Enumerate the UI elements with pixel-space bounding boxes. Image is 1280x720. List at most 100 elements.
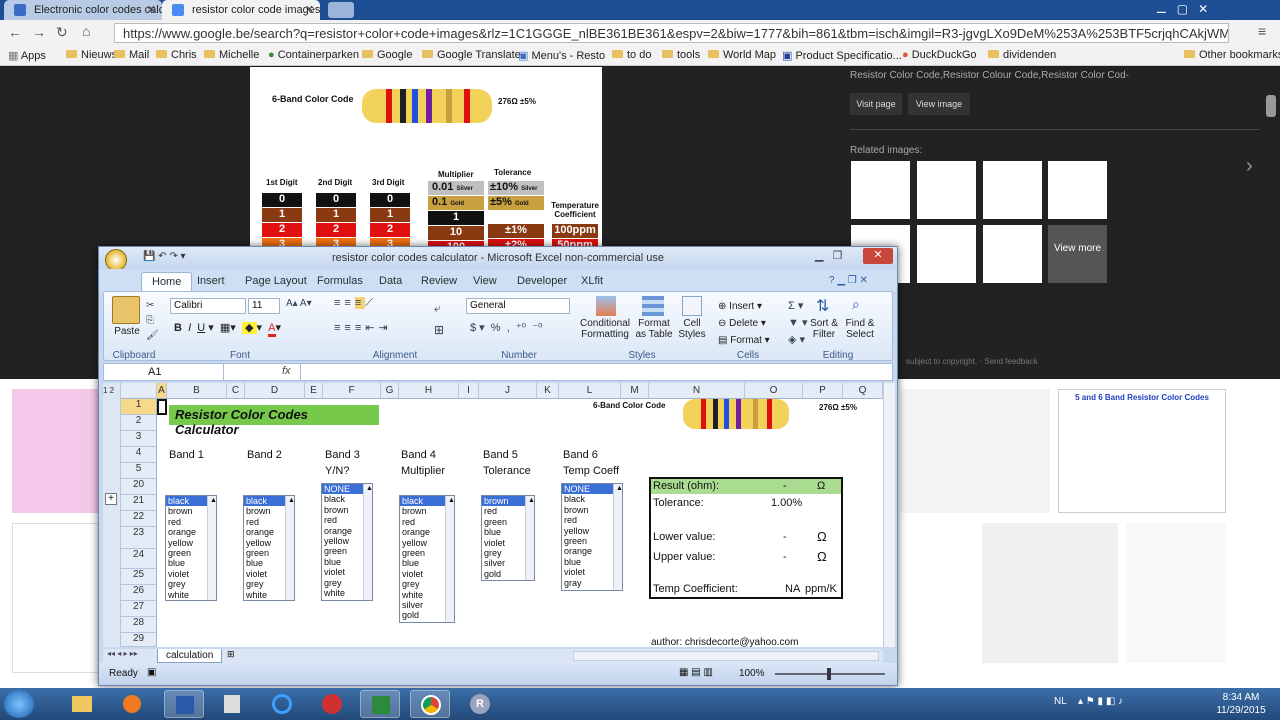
cut-copy-format-icons[interactable]: ✂ ⎘ 🖌 bbox=[146, 298, 159, 343]
bold-italic-underline-icons[interactable]: B I U ▾ ▦▾ ◆ ▾ A▾ bbox=[174, 321, 281, 337]
column-header[interactable]: H bbox=[399, 383, 459, 399]
column-header[interactable]: B bbox=[167, 383, 227, 399]
paste-button[interactable]: Paste bbox=[112, 326, 142, 337]
view-image-button[interactable]: View image bbox=[908, 93, 970, 115]
insert-sheet-icon[interactable]: ⊞ bbox=[227, 649, 235, 660]
word-taskbar-icon[interactable] bbox=[164, 690, 204, 718]
bookmark-chris[interactable]: Chris bbox=[156, 49, 197, 61]
result-thumb[interactable] bbox=[12, 523, 104, 673]
name-box[interactable]: A1 bbox=[104, 364, 224, 380]
listbox-scrollbar[interactable]: ▲ bbox=[613, 484, 623, 590]
find-select-button[interactable]: Find & Select bbox=[842, 318, 878, 340]
row-header[interactable]: 5 bbox=[121, 463, 157, 479]
bookmark-nieuws[interactable]: Nieuws bbox=[66, 49, 117, 61]
format-as-table-button[interactable]: Format as Table bbox=[632, 318, 676, 340]
bookmark-menus[interactable]: ▣ Menu's - Resto bbox=[518, 49, 605, 62]
forward-icon[interactable]: → bbox=[32, 24, 46, 40]
horizontal-align-icons[interactable]: ≡≡≡⇤⇥ bbox=[334, 321, 392, 334]
bookmark-google[interactable]: Google bbox=[362, 49, 412, 61]
browser-tab-google[interactable]: resistor color code images ✕ bbox=[162, 0, 320, 20]
preview-image[interactable]: 6-Band Color Code 276Ω ±5% 1st Digit 2nd… bbox=[250, 67, 602, 249]
formula-input[interactable] bbox=[300, 364, 892, 380]
home-icon[interactable]: ⌂ bbox=[82, 23, 90, 39]
listbox-scrollbar[interactable]: ▲ bbox=[285, 496, 295, 600]
new-tab-button[interactable] bbox=[328, 2, 354, 18]
sheet-nav-icons[interactable]: ◂◂ ◂ ▸ ▸▸ bbox=[107, 649, 138, 658]
help-icon[interactable]: ? ▁ ❐ ✕ bbox=[829, 275, 868, 286]
number-format-icons[interactable]: $ ▾ % , ⁺⁰ ⁻⁰ bbox=[470, 321, 542, 334]
listbox-scrollbar[interactable]: ▲ bbox=[363, 484, 373, 600]
column-header[interactable]: Q bbox=[843, 383, 883, 399]
related-thumb[interactable] bbox=[851, 161, 910, 219]
language-indicator[interactable]: NL bbox=[1054, 696, 1067, 707]
chrome-taskbar-icon[interactable] bbox=[410, 690, 450, 718]
tab-xlfit[interactable]: XLfit bbox=[581, 275, 603, 287]
excel-taskbar-icon[interactable] bbox=[360, 690, 400, 718]
binoculars-icon[interactable]: ⌕ bbox=[852, 296, 860, 313]
row-header[interactable]: 29 bbox=[121, 633, 157, 647]
result-thumb-chart[interactable]: 5 and 6 Band Resistor Color Codes bbox=[1058, 389, 1226, 513]
row-header[interactable]: 26 bbox=[121, 585, 157, 601]
send-feedback-link[interactable]: Send feedback bbox=[984, 357, 1037, 366]
excel-window-controls[interactable]: ▁ ❐ bbox=[815, 249, 852, 262]
bookmark-worldmap[interactable]: World Map bbox=[708, 49, 776, 61]
band-3-listbox[interactable]: NONE black brown red orange yellow green blue vi… bbox=[321, 483, 373, 601]
explorer-taskbar-icon[interactable] bbox=[62, 690, 102, 718]
bookmark-michelle[interactable]: Michelle bbox=[204, 49, 259, 61]
band-4-listbox[interactable]: black brown red orange yellow green blue violet… bbox=[399, 495, 455, 623]
paste-icon[interactable] bbox=[112, 296, 140, 324]
band-1-listbox[interactable]: black brown red orange yellow green blue violet… bbox=[165, 495, 217, 601]
bookmark-product[interactable]: ▣ Product Specificatio... bbox=[782, 49, 902, 62]
start-button[interactable] bbox=[4, 690, 34, 718]
row-header[interactable]: 3 bbox=[121, 431, 157, 447]
bookmark-other[interactable]: Other bookmarks bbox=[1184, 49, 1280, 61]
related-thumb[interactable] bbox=[917, 161, 976, 219]
row-header[interactable]: 25 bbox=[121, 569, 157, 585]
wrap-merge-icons[interactable]: ⤶ ⊞ bbox=[434, 297, 444, 341]
visit-page-button[interactable]: Visit page bbox=[850, 93, 902, 115]
related-thumb[interactable] bbox=[1048, 161, 1107, 219]
band-5-listbox[interactable]: brown red green blue violet grey silver gold ▲ bbox=[481, 495, 535, 581]
bookmark-dividenden[interactable]: dividenden bbox=[988, 49, 1056, 61]
column-header[interactable]: L bbox=[559, 383, 621, 399]
clock[interactable]: 8:34 AM 11/29/2015 bbox=[1216, 691, 1266, 717]
row-header[interactable]: 24 bbox=[121, 549, 157, 569]
ie-taskbar-icon[interactable] bbox=[262, 690, 302, 718]
grow-shrink-icon[interactable]: A▴ A▾ bbox=[286, 298, 312, 309]
result-thumb[interactable] bbox=[900, 389, 1050, 513]
tab-developer[interactable]: Developer bbox=[517, 275, 567, 287]
font-name-select[interactable]: Calibri bbox=[170, 298, 246, 314]
office-button-icon[interactable] bbox=[105, 249, 127, 271]
back-icon[interactable]: ← bbox=[8, 24, 22, 40]
tab-page-layout[interactable]: Page Layout bbox=[245, 275, 307, 287]
row-header[interactable]: 2 bbox=[121, 415, 157, 431]
browser-tab-electronic[interactable]: Electronic color codes calc ✕ bbox=[4, 0, 162, 20]
column-header[interactable]: A bbox=[157, 383, 167, 399]
expand-group-button[interactable]: + bbox=[105, 493, 117, 505]
excel-close-button[interactable]: ✕ bbox=[863, 248, 893, 264]
select-all-corner[interactable] bbox=[121, 383, 157, 399]
menu-icon[interactable]: ≡ bbox=[1258, 23, 1266, 39]
column-header[interactable]: G bbox=[381, 383, 399, 399]
view-mode-icons[interactable]: ▦ ▤ ▥ bbox=[679, 667, 713, 678]
result-thumb[interactable] bbox=[982, 523, 1118, 663]
column-header[interactable]: N bbox=[649, 383, 745, 399]
cell-styles-icon[interactable] bbox=[682, 296, 702, 316]
column-header[interactable]: M bbox=[621, 383, 649, 399]
row-header[interactable]: 20 bbox=[121, 479, 157, 495]
column-header[interactable]: E bbox=[305, 383, 323, 399]
format-table-icon[interactable] bbox=[642, 296, 664, 316]
font-size-select[interactable]: 11 bbox=[248, 298, 280, 314]
row-header[interactable]: 22 bbox=[121, 511, 157, 527]
vertical-align-icons[interactable]: ≡≡≡⟋ bbox=[334, 297, 377, 310]
sheet-tab-calculation[interactable]: calculation bbox=[157, 649, 223, 663]
horizontal-scrollbar[interactable] bbox=[573, 651, 879, 661]
band-2-listbox[interactable]: black brown red orange yellow green blue violet… bbox=[243, 495, 295, 601]
band-6-listbox[interactable]: NONE black brown red yellow green orange blue vi… bbox=[561, 483, 623, 591]
sort-filter-icon[interactable]: ⇅ bbox=[816, 296, 829, 316]
bookmark-mail[interactable]: Mail bbox=[114, 49, 149, 61]
column-header[interactable]: D bbox=[245, 383, 305, 399]
bookmark-duckduckgo[interactable]: ● DuckDuckGo bbox=[902, 49, 977, 61]
bookmark-containerparken[interactable]: ● Containerparken bbox=[268, 49, 359, 61]
media-player-taskbar-icon[interactable] bbox=[112, 690, 152, 718]
